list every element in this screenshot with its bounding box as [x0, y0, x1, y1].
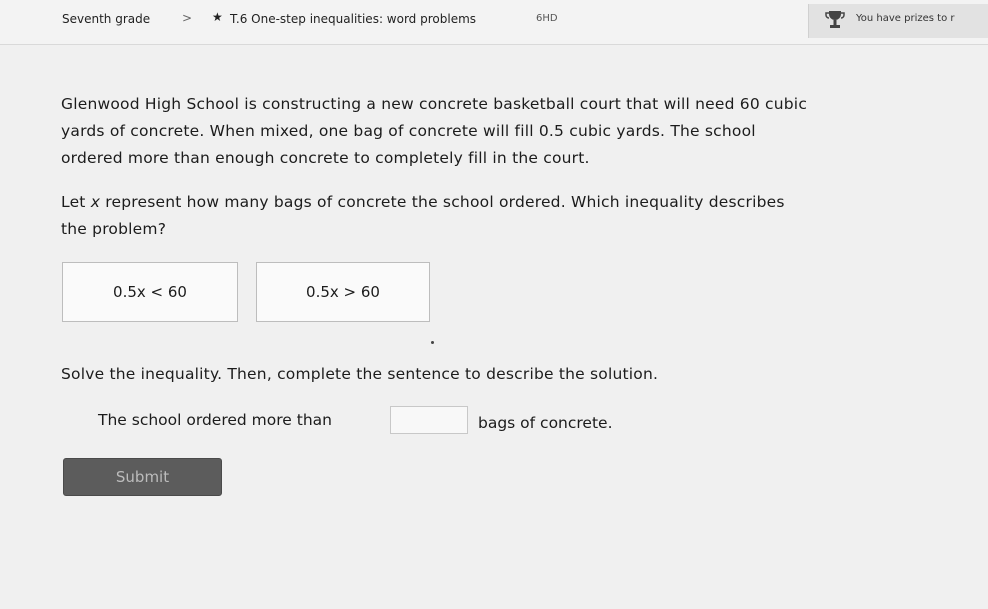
choice-greater-than[interactable]: 0.5x > 60 [256, 262, 430, 322]
star-icon: ★ [212, 10, 223, 24]
answer-input[interactable] [390, 406, 468, 434]
breadcrumb-grade-link[interactable]: Seventh grade [62, 12, 150, 26]
sentence-prefix: The school ordered more than [98, 411, 332, 429]
prizes-banner[interactable]: You have prizes to r [808, 4, 988, 38]
sentence-suffix: bags of concrete. [478, 414, 613, 432]
prompt-text: Let x represent how many bags of concret… [61, 189, 941, 243]
trophy-icon [825, 11, 845, 28]
variable-x: x [90, 193, 101, 211]
prompt-lead: Let [61, 193, 91, 211]
question-text: Glenwood High School is constructing a n… [61, 91, 941, 172]
breadcrumb-skill-title: T.6 One-step inequalities: word problems [230, 12, 477, 26]
question-line: Glenwood High School is constructing a n… [61, 95, 808, 113]
breadcrumb-separator: > [182, 11, 193, 25]
question-line: ordered more than enough concrete to com… [61, 149, 590, 167]
question-panel: Glenwood High School is constructing a n… [0, 45, 988, 609]
skill-code: 6HD [536, 13, 558, 24]
prompt-line: the problem? [61, 220, 167, 238]
solve-instruction: Solve the inequality. Then, complete the… [61, 365, 659, 383]
question-line: yards of concrete. When mixed, one bag o… [61, 122, 756, 140]
cursor-dot [431, 341, 434, 344]
prompt-line: represent how many bags of concrete the … [100, 193, 785, 211]
top-bar: Seventh grade > ★ T.6 One-step inequalit… [0, 0, 988, 45]
prizes-text: You have prizes to r [856, 13, 955, 24]
submit-button[interactable]: Submit [63, 458, 222, 496]
choice-less-than[interactable]: 0.5x < 60 [62, 262, 238, 322]
